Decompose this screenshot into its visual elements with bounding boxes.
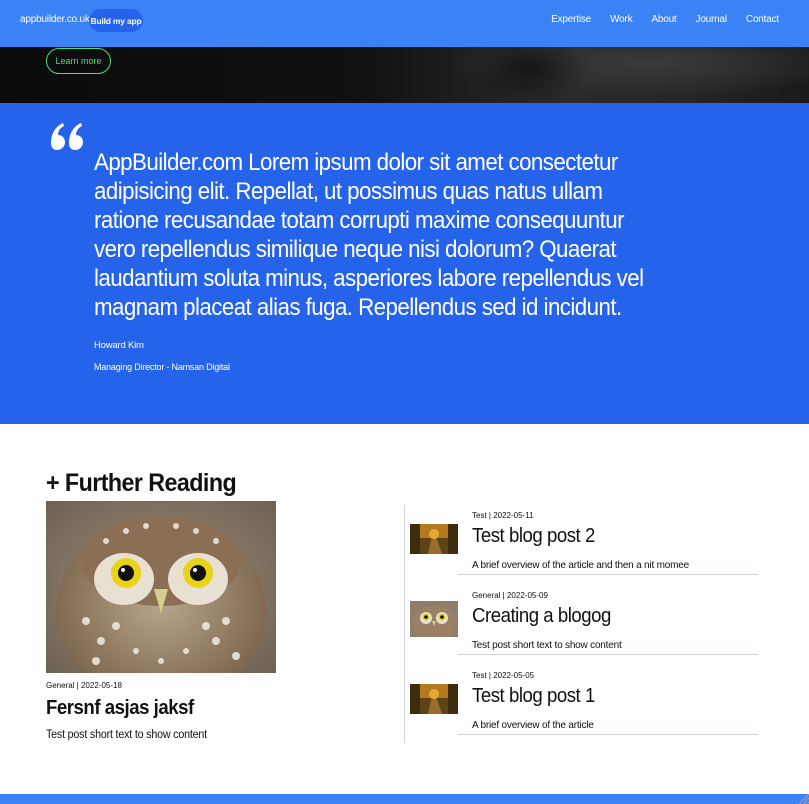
forest-road-image [410,524,458,554]
top-nav: appbuilder.co.uk Build my app Expertise … [0,0,809,47]
post-meta: Test | 2022-05-05 [472,671,535,680]
nav-links: Expertise Work About Journal Contact [551,14,779,25]
build-my-app-button[interactable]: Build my app [89,9,143,32]
testimonial-role: Managing Director - Namsan Digital [94,362,230,372]
hero-background-shadow [470,47,590,103]
post-divider [458,734,758,735]
featured-post-title[interactable]: Fersnf asjas jaksf [46,697,194,720]
post-title[interactable]: Test blog post 2 [472,525,595,548]
post-divider [458,574,758,575]
post-desc: A brief overview of the article and then… [472,560,689,571]
post-title[interactable]: Test blog post 1 [472,685,595,708]
nav-link-about[interactable]: About [651,14,676,25]
testimonial-section: AppBuilder.com Lorem ipsum dolor sit ame… [0,103,809,424]
list-item[interactable]: Test | 2022-05-11 Test blog post 2 A bri… [410,511,758,591]
further-reading-title: + Further Reading [46,469,237,497]
quote-icon [51,123,83,150]
learn-more-button[interactable]: Learn more [46,48,111,74]
post-meta: Test | 2022-05-11 [472,511,534,520]
testimonial-quote: AppBuilder.com Lorem ipsum dolor sit ame… [94,149,644,321]
post-thumbnail[interactable] [410,524,458,554]
featured-post-desc: Test post short text to show content [46,729,207,741]
owl-thumbnail-image [410,601,458,637]
post-desc: A brief overview of the article [472,720,594,731]
nav-link-expertise[interactable]: Expertise [551,14,591,25]
list-item[interactable]: Test | 2022-05-05 Test blog post 1 A bri… [410,671,758,751]
post-title[interactable]: Creating a blogog [472,605,611,628]
list-item[interactable]: General | 2022-05-09 Creating a blogog T… [410,591,758,671]
featured-post-image[interactable] [46,501,276,673]
nav-link-journal[interactable]: Journal [696,14,728,25]
testimonial-author: Howard Kim [94,340,144,351]
owl-image [46,501,276,673]
nav-link-contact[interactable]: Contact [746,14,779,25]
post-desc: Test post short text to show content [472,640,622,651]
nav-link-work[interactable]: Work [610,14,633,25]
forest-road-image [410,684,458,714]
post-thumbnail[interactable] [410,601,458,637]
post-thumbnail[interactable] [410,684,458,714]
footer-bar [0,794,809,804]
hero-banner: Learn more [0,47,809,103]
column-divider [404,505,405,743]
resize-grip-icon [798,793,809,804]
featured-post-meta: General | 2022-05-18 [46,681,122,690]
brand-link[interactable]: appbuilder.co.uk [20,14,90,25]
post-meta: General | 2022-05-09 [472,591,548,600]
post-divider [458,654,758,655]
